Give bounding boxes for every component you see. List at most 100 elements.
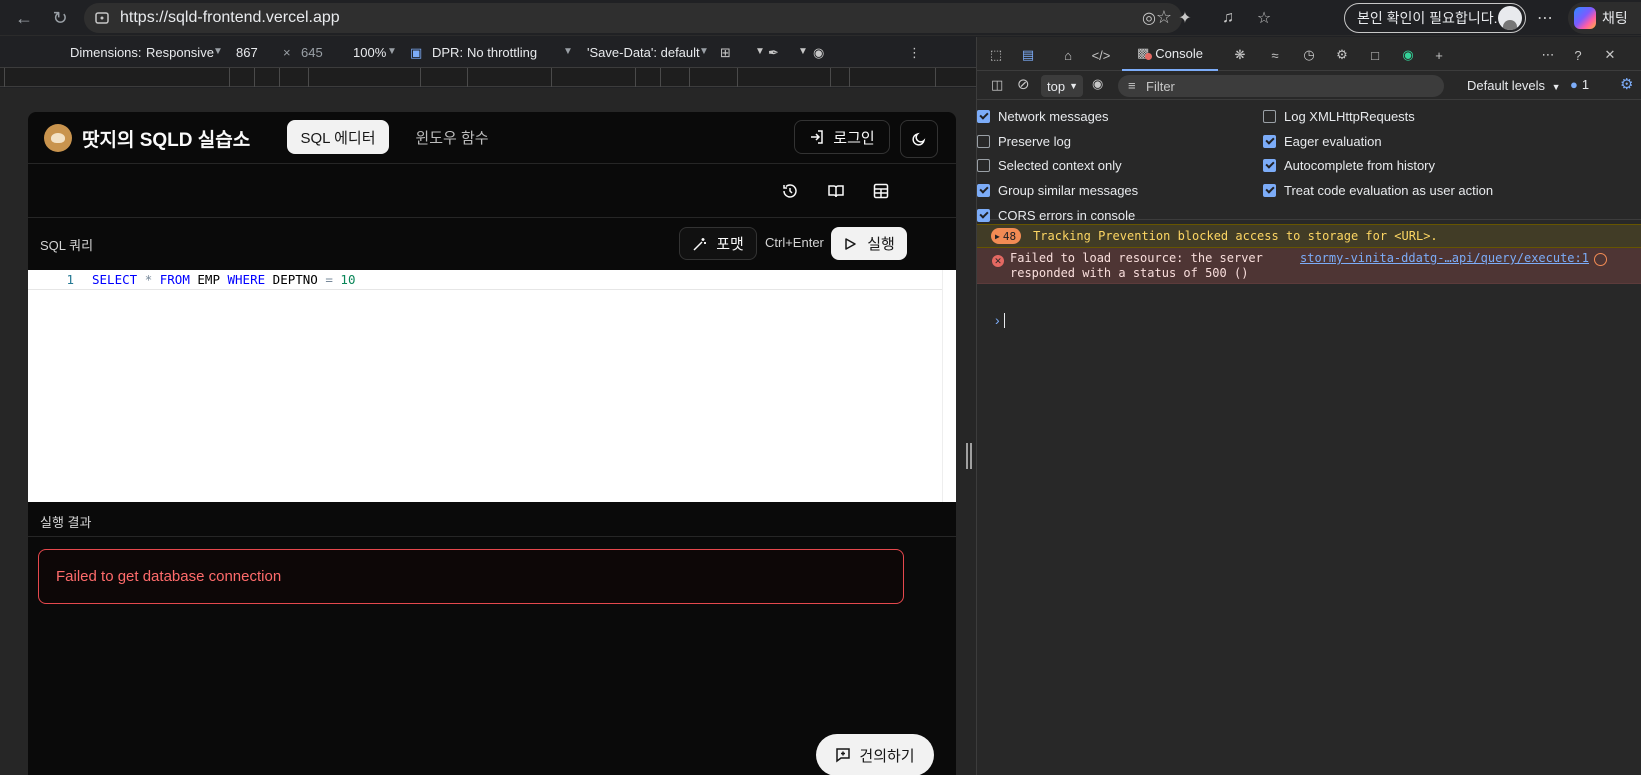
rotate-icon[interactable]: ⊞ xyxy=(720,45,731,61)
run-button[interactable]: 실행 xyxy=(831,227,907,260)
setting-left-4[interactable]: CORS errors in console xyxy=(977,208,1135,223)
resize-handle[interactable] xyxy=(966,443,972,469)
profile-verify-button[interactable]: 본인 확인이 필요합니다. xyxy=(1344,3,1526,33)
setting-checkbox[interactable] xyxy=(977,184,990,198)
back-icon[interactable]: ← xyxy=(8,2,40,34)
sidebar-toggle-icon[interactable]: ◫ xyxy=(991,77,1003,93)
save-data-select[interactable]: 'Save-Data': default xyxy=(587,45,700,60)
welcome-home-icon[interactable]: ⌂ xyxy=(1057,44,1079,66)
run-shortcut-hint: Ctrl+Enter xyxy=(765,235,824,250)
setting-right-2[interactable]: Autocomplete from history xyxy=(1263,158,1435,173)
console-settings-gear-icon[interactable]: ⚙ xyxy=(1620,75,1633,93)
setting-checkbox[interactable] xyxy=(1263,184,1276,198)
more-menu-icon[interactable]: ⋯ xyxy=(1533,6,1557,30)
setting-left-1[interactable]: Preserve log xyxy=(977,134,1071,149)
devtools-more-icon[interactable]: ⋯ xyxy=(1537,44,1559,66)
tracking-icon[interactable]: ◎ xyxy=(1137,6,1161,30)
height-input[interactable]: 645 xyxy=(301,45,323,60)
setting-right-0[interactable]: Log XMLHttpRequests xyxy=(1263,109,1415,124)
book-icon[interactable] xyxy=(825,180,847,202)
setting-right-1[interactable]: Eager evaluation xyxy=(1263,134,1382,149)
setting-checkbox[interactable] xyxy=(977,159,990,173)
console-insight-icon[interactable] xyxy=(1594,253,1607,266)
app-title[interactable]: 땃지의 SQLD 실습소 xyxy=(82,125,250,152)
more-tools-plus-icon[interactable]: + xyxy=(1428,44,1450,66)
favorites-icon[interactable]: ☆ xyxy=(1252,6,1276,30)
inspect-icon[interactable]: ⬚ xyxy=(985,44,1007,66)
help-icon[interactable]: ? xyxy=(1567,44,1589,66)
media-icon[interactable]: ♫ xyxy=(1216,6,1240,30)
copilot-button[interactable]: 채팅 xyxy=(1568,2,1641,34)
dropdown-icon[interactable]: ▼ xyxy=(755,46,765,57)
device-dropdown-icon[interactable]: ▼ xyxy=(213,46,223,57)
console-icon: ▩ xyxy=(1137,45,1152,61)
site-info-icon[interactable] xyxy=(94,10,110,26)
throttling-select[interactable]: No throttling xyxy=(467,45,537,60)
setting-right-3[interactable]: Treat code evaluation as user action xyxy=(1263,183,1493,198)
query-bar: SQL 쿼리 포맷 Ctrl+Enter 실행 xyxy=(28,219,956,269)
performance-icon[interactable]: ◷ xyxy=(1298,44,1320,66)
console-prompt[interactable]: › xyxy=(995,312,1005,328)
login-icon xyxy=(811,130,824,144)
tab-console[interactable]: ▩ Console xyxy=(1122,37,1218,71)
save-data-dropdown-icon[interactable]: ▼ xyxy=(699,46,709,57)
editor-scrollbar[interactable] xyxy=(942,270,956,502)
filter-input[interactable]: ≡ Filter xyxy=(1118,75,1444,97)
memory-icon[interactable]: ⚙ xyxy=(1331,44,1353,66)
theme-toggle-button[interactable] xyxy=(900,120,938,158)
sources-bug-icon[interactable]: ❋ xyxy=(1229,44,1251,66)
error-source-link[interactable]: stormy-vinita-ddatg-…api/query/execute:1 xyxy=(1300,251,1589,265)
login-button[interactable]: 로그인 xyxy=(794,120,890,154)
throttling-dropdown-icon[interactable]: ▼ xyxy=(563,46,573,57)
application-icon[interactable]: □ xyxy=(1364,44,1386,66)
suggest-button[interactable]: 건의하기 xyxy=(816,734,934,775)
device-toggle-icon[interactable]: ▤ xyxy=(1017,44,1039,66)
error-text: Failed to load resource: the server resp… xyxy=(1010,251,1263,280)
extensions-icon[interactable]: ✦ xyxy=(1173,6,1197,30)
setting-checkbox[interactable] xyxy=(1263,110,1276,123)
zoom-dropdown-icon[interactable]: ▼ xyxy=(387,46,397,57)
setting-checkbox[interactable] xyxy=(1263,134,1276,148)
dimensions-label: Dimensions: xyxy=(70,45,142,60)
address-bar[interactable]: https://sqld-frontend.vercel.app ☆ xyxy=(84,3,1182,33)
setting-checkbox[interactable] xyxy=(1263,159,1276,173)
device-select[interactable]: Responsive xyxy=(146,45,214,60)
close-devtools-icon[interactable]: ✕ xyxy=(1599,44,1621,66)
setting-checkbox[interactable] xyxy=(977,208,990,222)
console-warning-row[interactable]: ▶ 48 Tracking Prevention blocked access … xyxy=(977,224,1641,248)
sensor-icon[interactable]: ✒ xyxy=(768,45,779,61)
network-wifi-icon[interactable]: ≈ xyxy=(1264,44,1286,66)
dropdown-icon[interactable]: ▼ xyxy=(798,46,808,57)
console-error-row[interactable]: ✕ Failed to load resource: the server re… xyxy=(977,248,1641,284)
setting-checkbox[interactable] xyxy=(977,110,990,123)
url-text[interactable]: https://sqld-frontend.vercel.app xyxy=(120,9,340,27)
table-icon[interactable] xyxy=(870,180,892,202)
setting-left-0[interactable]: Network messages xyxy=(977,109,1109,124)
tab-window-functions[interactable]: 윈도우 함수 xyxy=(404,120,500,154)
format-button[interactable]: 포맷 xyxy=(679,227,757,260)
reload-icon[interactable]: ↻ xyxy=(44,2,76,34)
history-icon[interactable] xyxy=(779,180,801,202)
code-line[interactable]: SELECT * FROM EMP WHERE DEPTNO = 10 xyxy=(92,270,355,290)
log-levels-select[interactable]: Default levels ▼ xyxy=(1467,78,1561,93)
elements-icon[interactable]: </> xyxy=(1090,44,1112,66)
setting-left-2[interactable]: Selected context only xyxy=(977,158,1122,173)
times-sign: × xyxy=(283,45,291,60)
issues-counter[interactable]: ● 1 xyxy=(1570,77,1589,92)
tab-sql-editor[interactable]: SQL 에디터 xyxy=(287,120,389,154)
media-query-ruler[interactable] xyxy=(0,68,976,87)
zoom-select[interactable]: 100% xyxy=(353,45,386,60)
token-table: EMP xyxy=(197,272,220,287)
setting-left-3[interactable]: Group similar messages xyxy=(977,183,1138,198)
width-input[interactable]: 867 xyxy=(236,45,258,60)
sql-editor[interactable]: 1 SELECT * FROM EMP WHERE DEPTNO = 10 xyxy=(28,270,956,502)
clear-console-icon[interactable]: ⊘ xyxy=(1017,75,1030,93)
context-select[interactable]: top ▼ xyxy=(1041,75,1083,97)
kebab-menu-icon[interactable]: ⋮ xyxy=(908,45,921,61)
prompt-chevron-icon: › xyxy=(995,312,1000,328)
setting-checkbox[interactable] xyxy=(977,134,990,148)
live-expression-eye-icon[interactable]: ◉ xyxy=(1092,76,1103,92)
extension-panel-icon[interactable]: ◉ xyxy=(1397,44,1419,66)
editor-line[interactable]: 1 SELECT * FROM EMP WHERE DEPTNO = 10 xyxy=(28,270,942,290)
eye-icon[interactable]: ◉ xyxy=(813,45,824,61)
